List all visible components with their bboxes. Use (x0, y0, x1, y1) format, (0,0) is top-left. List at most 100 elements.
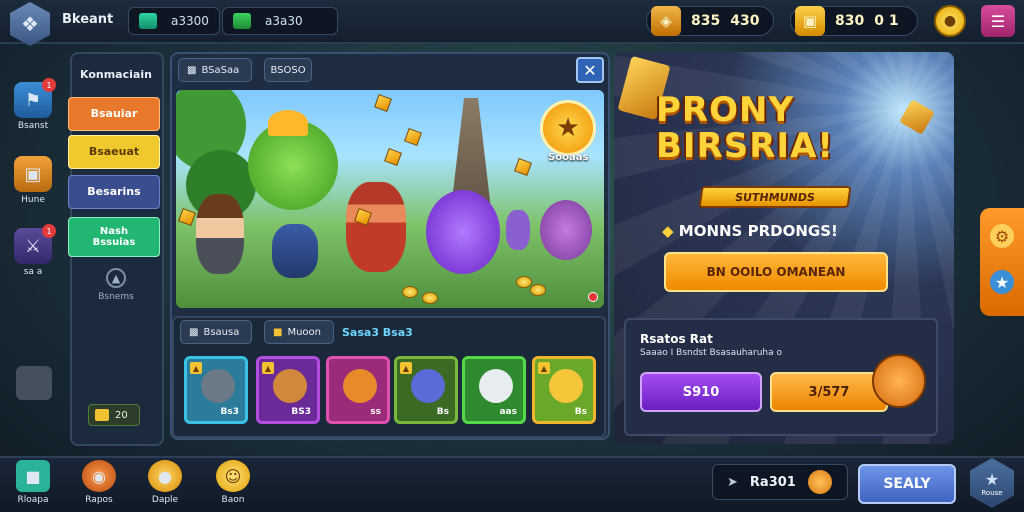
chest-value-a: 830 (835, 13, 865, 29)
buy-gems-button[interactable]: S910 (640, 372, 762, 412)
treasure-chest-icon: ▣ (795, 6, 825, 36)
bottom-nav-2[interactable]: ◉ Rapos (76, 460, 122, 505)
chest-icon: ▣ (14, 156, 52, 192)
menu-button-3[interactable]: Besarins (68, 175, 160, 209)
filter-icon: ▩ (187, 64, 197, 76)
rail-item-label: Bsanst (17, 121, 49, 131)
pink-beast-character (540, 200, 592, 260)
bottom-nav-label: Baon (221, 495, 245, 505)
tab-1[interactable]: ▩ BSaSaa (178, 58, 252, 82)
rail-item-label: Hune (21, 195, 45, 205)
creature-card-4[interactable]: ▲ Bs (394, 356, 458, 424)
purple-robot-character (506, 210, 530, 250)
creature-portrait (201, 369, 235, 403)
creature-portrait (549, 369, 583, 403)
level-icon: ▲ (538, 362, 550, 374)
creature-card-2[interactable]: ▲ BS3 (256, 356, 320, 424)
locked-menu-item: ▲ Bsnems (94, 268, 138, 302)
tab-2[interactable]: BSOSO (264, 58, 312, 82)
card-value: Bs3 (220, 407, 239, 417)
bottom-pill-value: Ra301 (749, 474, 796, 490)
creature-card-3[interactable]: ss (326, 356, 390, 424)
reward-value: 20 (115, 409, 128, 421)
cash-icon (233, 13, 251, 29)
rail-item-chest[interactable]: ▣ Hune (8, 156, 58, 205)
offer-description: Saaao I Bsndst Bsasauharuha o (640, 348, 782, 358)
offer-title: Rsatos Rat (640, 332, 713, 346)
level-icon: ▲ (190, 362, 202, 374)
menu-icon[interactable]: ☰ (981, 5, 1015, 37)
coin-icon: ● (148, 460, 182, 492)
dragon-crest (268, 110, 308, 136)
promo-subtitle: SUTHMUNDS (698, 186, 852, 208)
rail-item-map[interactable]: ⚑ 1 Bsanst (8, 78, 58, 131)
bottom-nav-3[interactable]: ● Daple (142, 460, 188, 505)
rail-item-battle[interactable]: ⚔ 1 sa a (8, 224, 58, 277)
hero-scene-image: ★ Sooaas (176, 90, 604, 308)
card-value: Bs (436, 407, 449, 417)
fox-mascot-icon (872, 354, 926, 408)
promo-tagline-text: MONNS PRDONGS! (678, 222, 838, 240)
menu-title: Konmaciain (80, 68, 152, 81)
menu-button-2[interactable]: Bsaeuat (68, 135, 160, 169)
close-icon[interactable]: ✕ (576, 57, 604, 83)
chest-pill[interactable]: ▣ 830 0 1 (790, 6, 918, 36)
promo-title-line-2: BIRSRIA! (656, 126, 834, 166)
settings-gear-icon[interactable]: ⚙ (990, 224, 1014, 248)
inventory-tab-2-label: Muoon (287, 326, 321, 338)
gem-resource[interactable]: a3300 (128, 7, 220, 35)
reward-badge-label: Sooaas (548, 152, 589, 163)
inventory-tab-1[interactable]: ▩ Bsausa (180, 320, 252, 344)
promo-title-line-1: PRONY (656, 90, 795, 130)
gem-value: a3300 (171, 14, 209, 28)
bottom-nav-4[interactable]: ☺ Baon (210, 460, 256, 505)
promo-tagline: ◆ MONNS PRDONGS! (662, 222, 838, 240)
gold-icon: ■ (273, 326, 283, 338)
reward-badge-icon[interactable]: ★ (540, 100, 596, 156)
lock-icon: ▲ (106, 268, 126, 288)
notification-badge: 1 (42, 78, 56, 92)
red-warrior-character (346, 182, 406, 272)
purple-cat-character (426, 190, 500, 274)
map-icon: ⚑ 1 (14, 78, 56, 118)
small-reward-chip[interactable]: 20 (88, 404, 140, 426)
fox-icon (807, 470, 832, 494)
creature-card-1[interactable]: ▲ Bs3 (184, 356, 248, 424)
card-value: ss (370, 407, 381, 417)
list-icon: ▩ (189, 326, 199, 338)
orb-icon: ◉ (82, 460, 116, 492)
card-value: BS3 (291, 407, 311, 417)
menu-button-4[interactable]: Nash Bssuias (68, 217, 160, 257)
reward-icon (95, 409, 109, 421)
notification-badge: 1 (42, 224, 56, 238)
creature-card-5[interactable]: aas (462, 356, 526, 424)
creature-card-6[interactable]: ▲ Bs (532, 356, 596, 424)
tab-1-label: BSaSaa (201, 64, 240, 76)
cash-resource[interactable]: a3a30 (222, 7, 338, 35)
bottom-nav-1[interactable]: ■ Rloapa (10, 460, 56, 505)
promo-cta-button[interactable]: BN OOILO OMANEAN (664, 252, 888, 292)
menu-button-1[interactable]: Bsauiar (68, 97, 160, 131)
creature-portrait (343, 369, 377, 403)
trophy-pill[interactable]: ◈ 835 430 (646, 6, 774, 36)
gold-coin-button[interactable]: ● (934, 5, 966, 37)
inventory-tab-1-label: Bsausa (203, 326, 240, 338)
boy-hero-character (196, 194, 244, 274)
player-name: Bkeant (62, 12, 114, 27)
level-icon: ▲ (400, 362, 412, 374)
inventory-link[interactable]: Sasa3 Bsa3 (342, 326, 413, 339)
tab-2-label: BSOSO (270, 64, 306, 76)
sell-button[interactable]: SEALY (858, 464, 956, 504)
bottom-resource-pill[interactable]: ➤ Ra301 (712, 464, 848, 500)
star-gear-icon[interactable]: ★ (990, 270, 1014, 294)
creature-portrait (479, 369, 513, 403)
locked-castle-icon[interactable] (16, 366, 52, 400)
chest-value-b: 0 1 (874, 13, 899, 29)
creature-portrait (273, 369, 307, 403)
buy-gold-button[interactable]: 3/577 (770, 372, 888, 412)
sparkle-icon: ◆ (662, 222, 679, 240)
cash-value: a3a30 (265, 14, 303, 28)
inventory-tab-2[interactable]: ■ Muoon (264, 320, 334, 344)
creature-portrait (411, 369, 445, 403)
ruby-icon (588, 292, 598, 302)
